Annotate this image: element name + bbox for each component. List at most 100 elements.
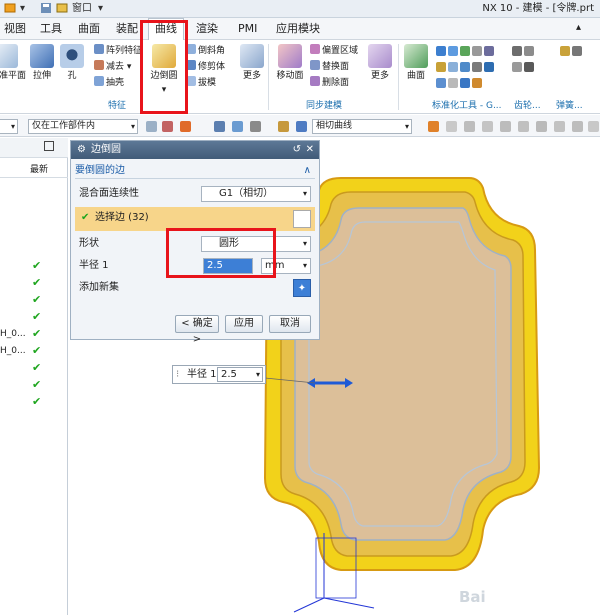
std-tool-6-icon[interactable] bbox=[436, 62, 446, 72]
std-tool-11-icon[interactable] bbox=[436, 78, 446, 88]
datum-plane-button[interactable]: 基准平面 bbox=[0, 44, 26, 82]
spring-tool-1-icon[interactable] bbox=[560, 46, 570, 56]
move-face-button[interactable]: 移动面 bbox=[272, 44, 308, 82]
select-edge-cube-icon[interactable] bbox=[293, 210, 311, 228]
tab-pmi[interactable]: PMI bbox=[238, 22, 257, 36]
std-tool-2-icon[interactable] bbox=[448, 46, 458, 56]
save-icon[interactable] bbox=[40, 2, 52, 16]
std-tool-10-icon[interactable] bbox=[484, 62, 494, 72]
gear-tools-row2[interactable] bbox=[512, 62, 536, 75]
ribbon-collapse-icon[interactable]: ▴ bbox=[576, 21, 581, 35]
list-item[interactable]: H_0... ✔ bbox=[0, 326, 68, 342]
dialog-gear-icon[interactable]: ⚙ bbox=[77, 141, 86, 159]
list-item[interactable]: ✔ bbox=[0, 292, 68, 308]
draft-button[interactable]: 拔模 bbox=[186, 76, 216, 89]
window-menu[interactable]: 窗口 bbox=[72, 2, 92, 16]
snap-tool-9-icon[interactable] bbox=[572, 121, 583, 132]
tab-view[interactable]: 视图 bbox=[4, 22, 26, 36]
close-icon[interactable]: ✕ bbox=[306, 141, 314, 159]
list-item[interactable]: ✔ bbox=[0, 360, 68, 376]
tab-render[interactable]: 渲染 bbox=[196, 22, 218, 36]
standard-lib-tools-row3[interactable] bbox=[436, 78, 484, 91]
floating-radius-dropdown-icon[interactable]: ▾ bbox=[256, 368, 260, 381]
ok-button[interactable]: < 确定 > bbox=[175, 315, 219, 345]
tab-surface[interactable]: 曲面 bbox=[78, 22, 100, 36]
std-tool-3-icon[interactable] bbox=[460, 46, 470, 56]
list-item[interactable]: H_0... ✔ bbox=[0, 343, 68, 359]
shell-button[interactable]: 抽壳 bbox=[94, 76, 124, 89]
std-tool-13-icon[interactable] bbox=[460, 78, 470, 88]
snap-tool-5-icon[interactable] bbox=[500, 121, 511, 132]
column-latest[interactable]: 最新 bbox=[30, 162, 48, 178]
nx-app-icon[interactable] bbox=[4, 2, 16, 16]
blend-continuity-select[interactable]: G1（相切） ▾ bbox=[201, 186, 311, 202]
section-edges-to-blend[interactable]: 要倒圆的边 ∧ bbox=[75, 163, 315, 179]
std-tool-5-icon[interactable] bbox=[484, 46, 494, 56]
gear-tool-4-icon[interactable] bbox=[524, 62, 534, 72]
quick-access-dropdown-icon[interactable]: ▾ bbox=[20, 2, 25, 16]
filter-tool-6-icon[interactable] bbox=[250, 121, 261, 132]
standard-lib-tools[interactable] bbox=[436, 46, 496, 59]
snap-tool-3-icon[interactable] bbox=[464, 121, 475, 132]
gear-tool-3-icon[interactable] bbox=[512, 62, 522, 72]
more-sync-button[interactable]: 更多 bbox=[364, 44, 396, 82]
replace-face-button[interactable]: 替换面 bbox=[310, 60, 349, 73]
trim-body-button[interactable]: 修剪体 bbox=[186, 60, 225, 73]
apply-button[interactable]: 应用 bbox=[225, 315, 263, 333]
filter-tool-2-icon[interactable] bbox=[162, 121, 173, 132]
snap-tool-1-icon[interactable] bbox=[428, 121, 439, 132]
offset-region-button[interactable]: 偏置区域 bbox=[310, 44, 358, 57]
snap-tool-10-icon[interactable] bbox=[588, 121, 599, 132]
window-switch-icon[interactable] bbox=[56, 2, 68, 16]
drag-grip-icon[interactable]: ⁝ bbox=[176, 366, 179, 383]
filter-tool-7-icon[interactable] bbox=[278, 121, 289, 132]
curve-rule-combo[interactable]: 相切曲线 ▾ bbox=[312, 119, 412, 134]
extrude-button[interactable]: 拉伸 bbox=[26, 44, 58, 82]
pattern-feature-button[interactable]: 阵列特征 bbox=[94, 44, 142, 57]
hole-button[interactable]: 孔 bbox=[56, 44, 88, 82]
std-tool-9-icon[interactable] bbox=[472, 62, 482, 72]
standard-lib-tools-row2[interactable] bbox=[436, 62, 496, 75]
floating-radius-input[interactable]: 2.5 ▾ bbox=[217, 367, 263, 382]
tab-assembly[interactable]: 装配 bbox=[116, 22, 138, 36]
list-item[interactable]: ✔ bbox=[0, 309, 68, 325]
list-item[interactable]: ✔ bbox=[0, 394, 68, 410]
gear-tools[interactable] bbox=[512, 46, 536, 59]
std-tool-1-icon[interactable] bbox=[436, 46, 446, 56]
tab-tools[interactable]: 工具 bbox=[40, 22, 62, 36]
spring-tool-2-icon[interactable] bbox=[572, 46, 582, 56]
list-item[interactable]: ✔ bbox=[0, 377, 68, 393]
dialog-title-bar[interactable]: ⚙ 边倒圆 ↺ ✕ bbox=[71, 141, 319, 159]
filter-tool-1-icon[interactable] bbox=[146, 121, 157, 132]
tab-application[interactable]: 应用模块 bbox=[276, 22, 320, 36]
cancel-button[interactable]: 取消 bbox=[269, 315, 311, 333]
std-tool-12-icon[interactable] bbox=[448, 78, 458, 88]
spring-tools[interactable] bbox=[560, 46, 584, 59]
window-menu-dropdown-icon[interactable]: ▾ bbox=[98, 2, 103, 16]
list-item[interactable]: ✔ bbox=[0, 275, 68, 291]
snap-tool-7-icon[interactable] bbox=[536, 121, 547, 132]
snap-tool-2-icon[interactable] bbox=[446, 121, 457, 132]
more-feature-button[interactable]: 更多 bbox=[236, 44, 268, 82]
section-collapse-icon[interactable]: ∧ bbox=[304, 163, 311, 179]
chamfer-button[interactable]: 倒斜角 bbox=[186, 44, 225, 57]
std-tool-4-icon[interactable] bbox=[472, 46, 482, 56]
std-tool-14-icon[interactable] bbox=[472, 78, 482, 88]
std-tool-8-icon[interactable] bbox=[460, 62, 470, 72]
snap-tool-6-icon[interactable] bbox=[518, 121, 529, 132]
filter-tool-8-icon[interactable] bbox=[296, 121, 307, 132]
delete-face-button[interactable]: 删除面 bbox=[310, 76, 349, 89]
gear-tool-1-icon[interactable] bbox=[512, 46, 522, 56]
scope-filter-combo[interactable]: 仅在工作部件内 ▾ bbox=[28, 119, 138, 134]
snap-tool-4-icon[interactable] bbox=[482, 121, 493, 132]
type-filter-combo[interactable]: ▾ bbox=[0, 119, 18, 134]
filter-tool-5-icon[interactable] bbox=[232, 121, 243, 132]
subtract-button[interactable]: 减去 ▾ bbox=[94, 60, 131, 73]
surface-button[interactable]: 曲面 bbox=[400, 44, 432, 82]
reset-icon[interactable]: ↺ bbox=[293, 141, 301, 159]
gear-tool-2-icon[interactable] bbox=[524, 46, 534, 56]
snap-tool-8-icon[interactable] bbox=[554, 121, 565, 132]
list-item[interactable]: ✔ bbox=[0, 258, 68, 274]
filter-tool-4-icon[interactable] bbox=[214, 121, 225, 132]
navigator-maximize-icon[interactable] bbox=[44, 141, 54, 151]
